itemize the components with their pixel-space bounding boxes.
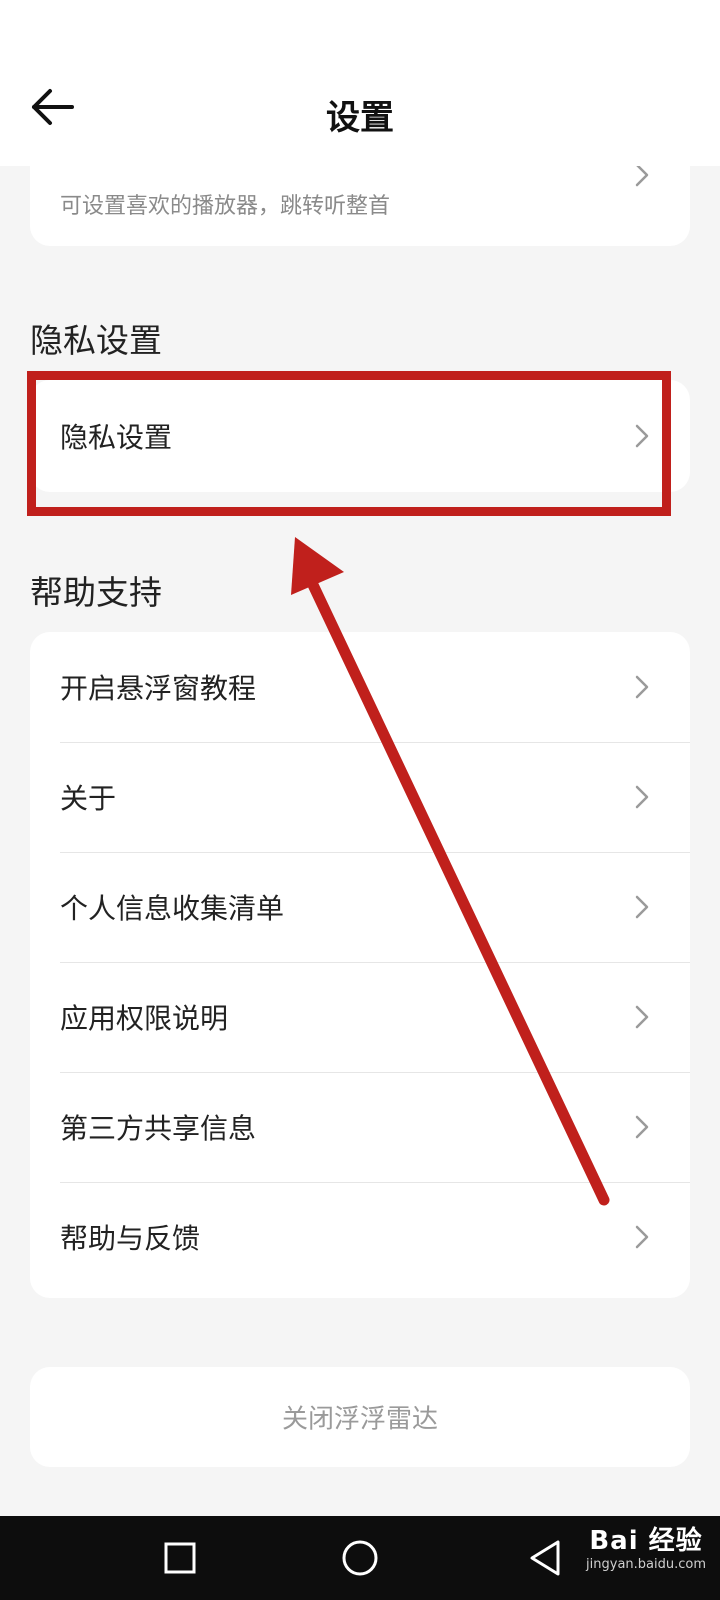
triangle-back-icon	[530, 1540, 560, 1576]
chevron-right-icon	[635, 785, 649, 809]
page-title: 设置	[326, 98, 394, 138]
section-title-help: 帮助支持	[30, 573, 162, 612]
row-label: 关于	[60, 782, 117, 815]
list-item-personal-info-list[interactable]: 个人信息收集清单	[30, 852, 690, 962]
watermark-main: Bai 经验	[589, 1526, 703, 1556]
close-radar-label: 关闭浮浮雷达	[281, 1404, 438, 1435]
home-button[interactable]	[340, 1538, 380, 1578]
chevron-right-icon	[635, 424, 649, 448]
row-label: 应用权限说明	[60, 1002, 229, 1035]
circle-icon	[342, 1540, 378, 1576]
list-item-about[interactable]: 关于	[30, 742, 690, 852]
privacy-settings-row[interactable]: 隐私设置	[30, 380, 690, 492]
privacy-card: 隐私设置	[30, 380, 690, 492]
square-icon	[164, 1542, 196, 1574]
recents-button[interactable]	[160, 1538, 200, 1578]
chevron-right-icon	[635, 1225, 649, 1249]
list-item-app-permissions[interactable]: 应用权限说明	[30, 962, 690, 1072]
list-item-third-party-sharing[interactable]: 第三方共享信息	[30, 1072, 690, 1182]
list-item-floating-window-tutorial[interactable]: 开启悬浮窗教程	[30, 632, 690, 742]
app-header: 设置	[0, 52, 720, 166]
chevron-right-icon	[635, 675, 649, 699]
watermark-sub: jingyan.baidu.com	[586, 1557, 706, 1572]
help-support-card: 开启悬浮窗教程 关于 个人信息收集清单 应用权限说明 第三方共享信息 帮助与反馈	[30, 632, 690, 1298]
row-label: 第三方共享信息	[60, 1112, 257, 1145]
chevron-right-icon	[635, 1005, 649, 1029]
watermark: Bai 经验 jingyan.baidu.com	[586, 1520, 706, 1572]
status-bar	[0, 0, 720, 52]
chevron-right-icon	[635, 1115, 649, 1139]
row-label: 个人信息收集清单	[60, 892, 285, 925]
row-label: 开启悬浮窗教程	[60, 672, 257, 705]
player-setting-description: 可设置喜欢的播放器，跳转听整首	[60, 194, 391, 219]
section-title-privacy: 隐私设置	[30, 321, 162, 360]
close-radar-button[interactable]: 关闭浮浮雷达	[30, 1367, 690, 1467]
row-label: 帮助与反馈	[60, 1222, 201, 1255]
row-label: 隐私设置	[60, 421, 173, 454]
list-item-help-feedback[interactable]: 帮助与反馈	[30, 1182, 690, 1292]
chevron-right-icon	[635, 895, 649, 919]
back-nav-button[interactable]	[526, 1538, 566, 1578]
